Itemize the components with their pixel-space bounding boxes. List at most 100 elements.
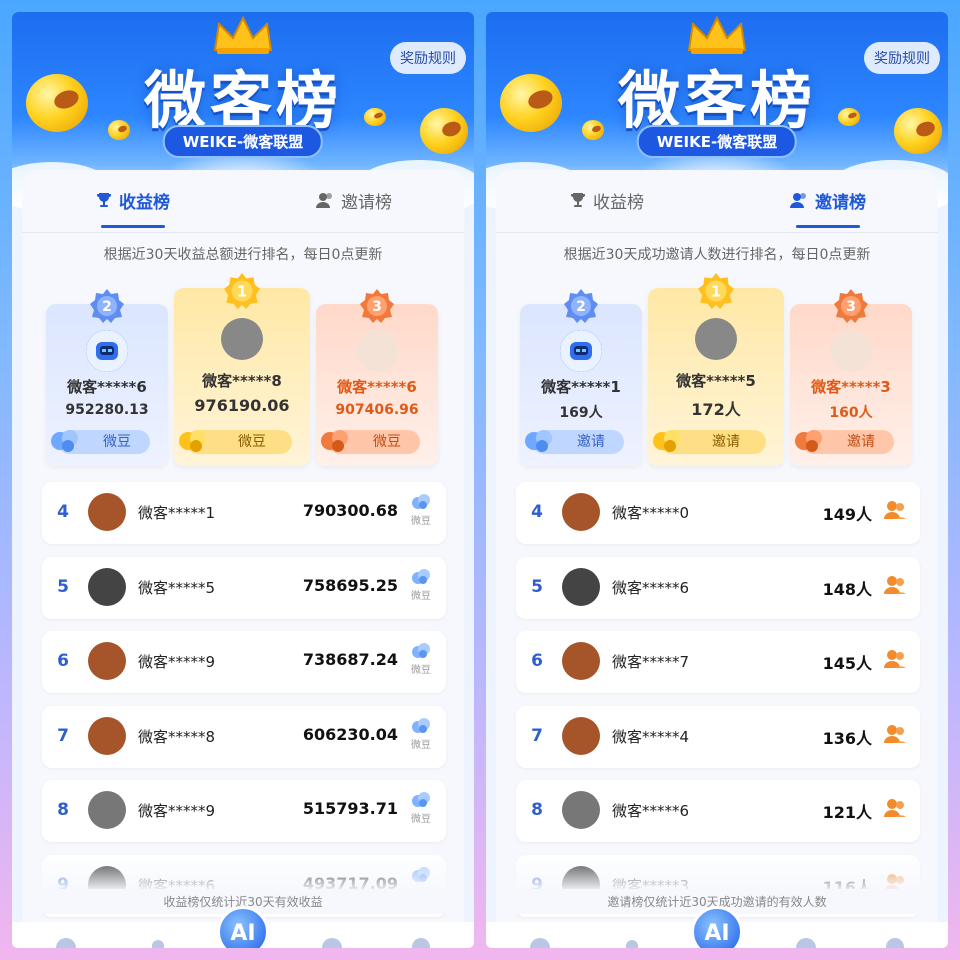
podium-second-place[interactable]: 2 微客*****1 169人 邀请 bbox=[520, 289, 642, 466]
unit-label: 微豆 bbox=[411, 814, 431, 825]
rank-nav-icon[interactable] bbox=[796, 938, 816, 948]
avatar bbox=[88, 716, 126, 755]
unit-label: 微豆 bbox=[411, 665, 431, 676]
trophy-icon bbox=[97, 193, 111, 207]
user-name: 微客*****8 bbox=[138, 727, 216, 746]
bean-chip: 微豆 bbox=[321, 430, 420, 454]
svg-text:3: 3 bbox=[372, 299, 382, 315]
bean-chip: 邀请 bbox=[653, 430, 766, 454]
avatar bbox=[560, 330, 602, 372]
user-name: 微客*****5 bbox=[138, 578, 216, 597]
medal-bronze-icon: 3 bbox=[360, 289, 394, 323]
tab-bar: 收益榜 邀请榜 bbox=[22, 170, 464, 230]
avatar bbox=[88, 567, 126, 606]
profile-nav-icon[interactable] bbox=[412, 938, 430, 948]
svg-text:3: 3 bbox=[846, 299, 856, 315]
user-name: 微客*****9 bbox=[138, 653, 216, 671]
list-item[interactable]: 6 微客*****7 145人 bbox=[516, 631, 920, 693]
podium-second-place[interactable]: 2 微客*****6 952280.13 微豆 bbox=[46, 289, 168, 466]
medal-gold-icon: 1 bbox=[224, 273, 260, 309]
podium-value: 907406.96 bbox=[335, 402, 419, 418]
rank-number: 8 bbox=[531, 800, 543, 820]
rank-number: 5 bbox=[57, 576, 69, 597]
podium-first-place[interactable]: 1 微客*****5 172人 邀请 bbox=[648, 273, 784, 466]
podium-value: 952280.13 bbox=[65, 402, 149, 418]
tab-label: 收益榜 bbox=[119, 192, 170, 213]
bean-chip: 邀请 bbox=[795, 430, 894, 454]
home-nav-icon[interactable] bbox=[530, 938, 550, 948]
podium-value: 172人 bbox=[691, 400, 741, 419]
rank-number: 4 bbox=[531, 502, 543, 522]
tab-invites[interactable]: 邀请榜 bbox=[243, 170, 464, 230]
list-item[interactable]: 4 微客*****0 149人 bbox=[516, 482, 920, 544]
ranking-description: 根据近30天成功邀请人数进行排名，每日0点更新 bbox=[563, 247, 871, 263]
gold-beans-icon bbox=[179, 430, 206, 452]
row-value: 145人 bbox=[822, 654, 872, 673]
podium-third-place[interactable]: 3 微客*****3 160人 邀请 bbox=[790, 289, 912, 466]
bean-chip: 微豆 bbox=[51, 430, 150, 454]
profile-nav-icon[interactable] bbox=[886, 938, 904, 948]
podium-third-place[interactable]: 3 微客*****6 907406.96 微豆 bbox=[316, 289, 438, 466]
rank-number: 6 bbox=[531, 651, 543, 671]
list-item[interactable]: 8 微客*****6 121人 bbox=[516, 780, 920, 842]
medal-silver-icon: 2 bbox=[564, 289, 598, 323]
podium-first-place[interactable]: 1 微客*****8 976190.06 微豆 bbox=[174, 273, 310, 466]
avatar bbox=[695, 318, 737, 360]
star-nav-icon[interactable] bbox=[152, 940, 164, 948]
svg-text:2: 2 bbox=[102, 299, 112, 315]
list-item[interactable]: 5 微客*****6 148人 bbox=[516, 556, 920, 619]
tab-label: 邀请榜 bbox=[815, 192, 866, 213]
leaderboard-panel-earnings: 微客榜 WEIKE-微客联盟 奖励规则 收益榜 邀请榜 根据近30天收益总额进行… bbox=[12, 12, 474, 948]
rank-nav-icon[interactable] bbox=[322, 938, 342, 948]
bean-chip: 微豆 bbox=[179, 430, 292, 454]
home-nav-icon[interactable] bbox=[56, 938, 76, 948]
svg-text:1: 1 bbox=[237, 283, 247, 300]
user-name: 微客*****6 bbox=[612, 802, 690, 820]
list-item[interactable]: 6 微客*****9 738687.24 微豆 bbox=[42, 631, 446, 693]
star-nav-icon[interactable] bbox=[626, 940, 638, 948]
svg-text:2: 2 bbox=[576, 299, 586, 315]
blue-beans-icon bbox=[51, 430, 78, 452]
rank-number: 8 bbox=[57, 800, 69, 820]
list-item[interactable]: 8 微客*****9 515793.71 微豆 bbox=[42, 780, 446, 842]
user-name: 微客*****9 bbox=[138, 802, 216, 820]
user-name: 微客*****0 bbox=[612, 504, 690, 522]
invite-users-icon bbox=[882, 798, 908, 822]
row-value: 758695.25 bbox=[302, 575, 398, 595]
reward-rules-button[interactable]: 奖励规则 bbox=[390, 42, 466, 74]
row-value: 148人 bbox=[822, 579, 872, 599]
blue-beans-icon: 微豆 bbox=[408, 716, 434, 751]
row-value: 136人 bbox=[822, 728, 872, 748]
list-item[interactable]: 4 微客*****1 790300.68 微豆 bbox=[42, 482, 446, 544]
list-item[interactable]: 7 微客*****8 606230.04 微豆 bbox=[42, 705, 446, 768]
list-item[interactable]: 5 微客*****5 758695.25 微豆 bbox=[42, 556, 446, 619]
tab-bar: 收益榜 邀请榜 bbox=[496, 170, 938, 230]
leaderboard-card: 收益榜 邀请榜 根据近30天收益总额进行排名，每日0点更新 2 微客*****6… bbox=[22, 170, 464, 948]
podium-name: 微客*****6 bbox=[337, 378, 417, 396]
user-name: 微客*****6 bbox=[612, 578, 690, 597]
rank-number: 4 bbox=[57, 502, 69, 522]
orange-beans-icon bbox=[321, 430, 348, 452]
row-value: 121人 bbox=[822, 803, 872, 822]
podium-name: 微客*****1 bbox=[541, 378, 621, 396]
bottom-nav: AI bbox=[12, 906, 474, 948]
tab-invites[interactable]: 邀请榜 bbox=[717, 170, 938, 230]
row-value: 606230.04 bbox=[302, 724, 398, 744]
invite-users-icon bbox=[882, 649, 908, 673]
row-value: 515793.71 bbox=[302, 799, 398, 818]
medal-silver-icon: 2 bbox=[90, 289, 124, 323]
leaderboard-panel-invites: 微客榜 WEIKE-微客联盟 奖励规则 收益榜 邀请榜 根据近30天成功邀请人数… bbox=[486, 12, 948, 948]
rank-number: 7 bbox=[57, 725, 69, 746]
invite-users-icon bbox=[882, 724, 908, 748]
invite-users-icon bbox=[882, 500, 908, 524]
tab-earnings[interactable]: 收益榜 bbox=[496, 170, 717, 230]
reward-rules-button[interactable]: 奖励规则 bbox=[864, 42, 940, 74]
list-item[interactable]: 7 微客*****4 136人 bbox=[516, 705, 920, 768]
avatar bbox=[221, 318, 263, 360]
svg-text:1: 1 bbox=[711, 283, 721, 300]
tab-earnings[interactable]: 收益榜 bbox=[22, 170, 243, 230]
orange-beans-icon bbox=[795, 430, 822, 452]
subtitle-badge: WEIKE-微客联盟 bbox=[636, 125, 798, 158]
podium-name: 微客*****5 bbox=[676, 372, 756, 390]
user-name: 微客*****4 bbox=[612, 727, 690, 746]
